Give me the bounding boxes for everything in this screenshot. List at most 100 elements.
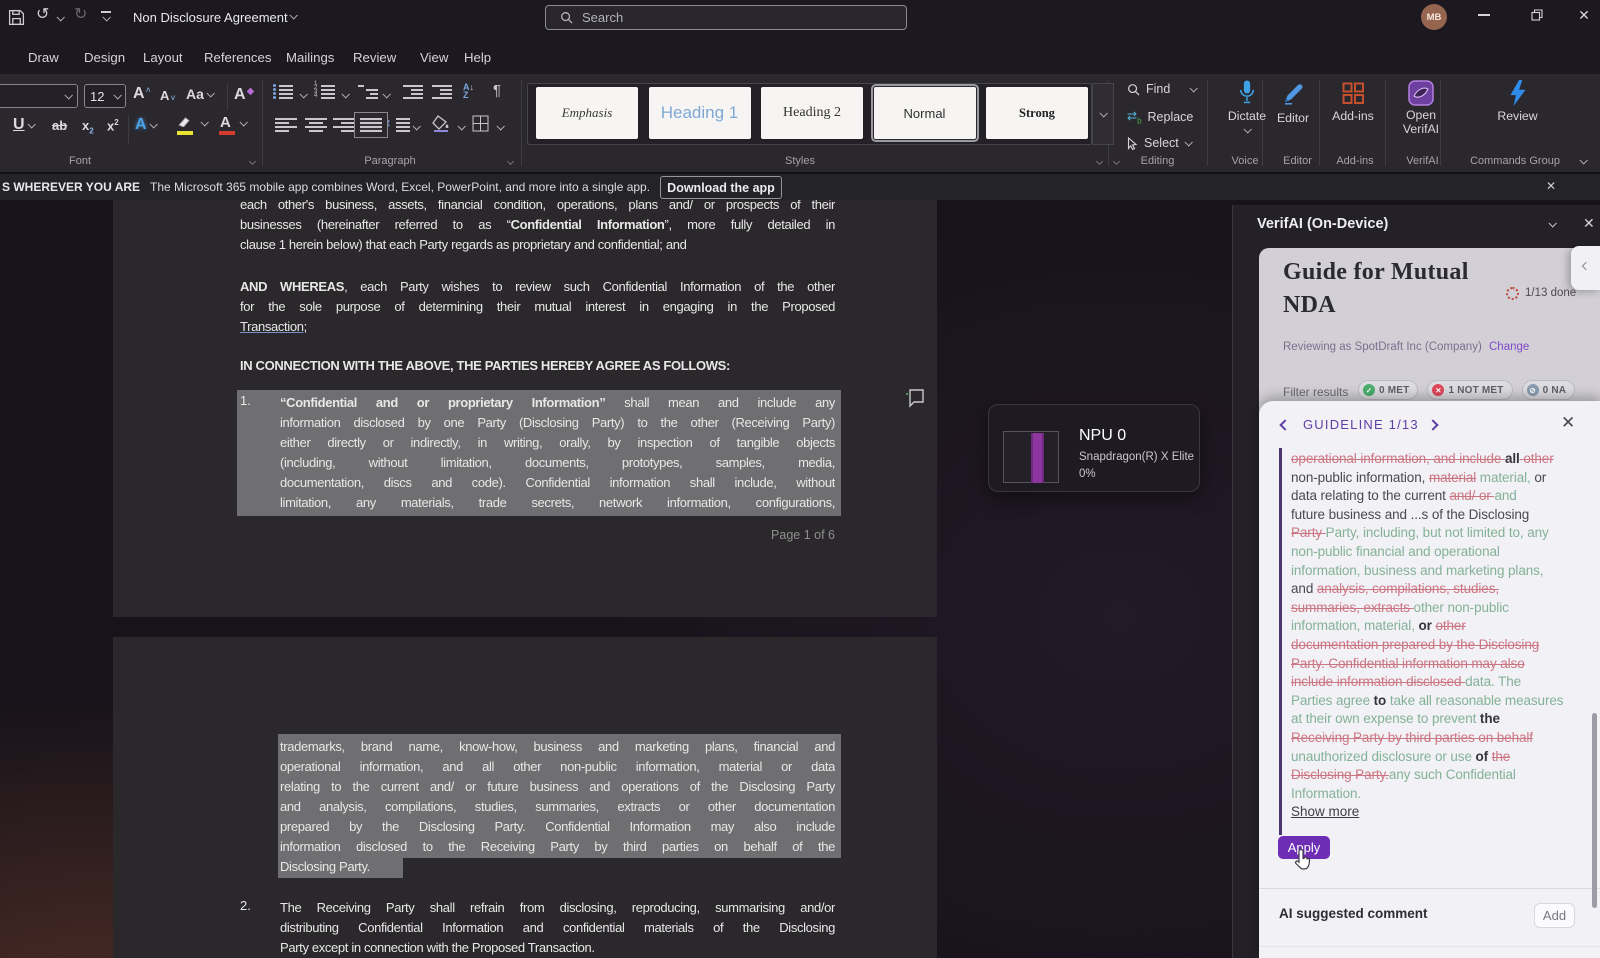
- style-card-strong[interactable]: Strong: [986, 87, 1088, 139]
- clear-formatting-button[interactable]: A◆: [234, 86, 254, 104]
- text-segment: , each Party wishes to review such Confi…: [344, 279, 835, 294]
- sort-button[interactable]: A↓Z: [463, 83, 474, 99]
- next-guideline-icon[interactable]: [1427, 419, 1438, 430]
- underline-button[interactable]: U: [13, 116, 34, 134]
- change-link[interactable]: Change: [1489, 341, 1529, 353]
- document-page-1[interactable]: each other's business, assets, financial…: [113, 200, 937, 617]
- comment-icon[interactable]: [905, 388, 927, 408]
- ribbon-tab-view[interactable]: View: [420, 50, 448, 65]
- align-left-button[interactable]: [275, 118, 297, 132]
- show-more-link[interactable]: Show more: [1291, 804, 1359, 819]
- title-chevron-icon[interactable]: [289, 11, 297, 19]
- bullet-list-button[interactable]: [273, 85, 295, 99]
- multilevel-list-button[interactable]: [358, 85, 380, 99]
- style-card-heading-1[interactable]: Heading 1: [649, 87, 751, 139]
- dictate-button[interactable]: Dictate: [1224, 80, 1270, 133]
- filter-pill-notmet[interactable]: ✕1 NOT MET: [1427, 380, 1512, 400]
- borders-button[interactable]: [472, 115, 489, 137]
- add-ins-button[interactable]: Add-ins: [1328, 82, 1378, 123]
- font-size-select[interactable]: 12: [84, 84, 126, 108]
- filter-pill-na[interactable]: ⊘0 NA: [1522, 380, 1576, 400]
- download-app-button[interactable]: Download the app: [660, 176, 782, 199]
- style-card-heading-2[interactable]: Heading 2: [761, 87, 863, 139]
- pilcrow-button[interactable]: ¶: [493, 82, 501, 99]
- ribbon-tab-layout[interactable]: Layout: [143, 50, 183, 65]
- ribbon-tab-review[interactable]: Review: [353, 50, 396, 65]
- font-name-select[interactable]: [0, 84, 78, 108]
- open-verifai-button[interactable]: Open VerifAI: [1395, 80, 1447, 136]
- paragraph-group-label: Paragraph: [355, 155, 425, 167]
- filter-pill-met[interactable]: ✓0 MET: [1358, 380, 1418, 400]
- add-comment-button[interactable]: Add: [1534, 903, 1575, 928]
- shading-button[interactable]: [432, 114, 452, 137]
- more-styles-button[interactable]: [1092, 83, 1114, 145]
- shrink-font-button[interactable]: A˅: [160, 87, 176, 103]
- close-button[interactable]: ✕: [1564, 0, 1600, 30]
- diff-line: non-public financial and operational: [1291, 543, 1594, 562]
- style-card-emphasis[interactable]: Emphasis: [536, 87, 638, 139]
- prev-guideline-icon[interactable]: [1279, 419, 1290, 430]
- msbar-close-icon[interactable]: ✕: [1546, 179, 1556, 193]
- line-spacing-button[interactable]: [392, 118, 410, 132]
- guideline-close-icon[interactable]: ✕: [1561, 413, 1575, 433]
- diff-line: operational information, and include all…: [1291, 450, 1594, 469]
- text-effects-button[interactable]: A: [135, 116, 156, 134]
- diff-segment: other: [1520, 451, 1554, 466]
- select-button[interactable]: Select: [1127, 136, 1191, 150]
- styles-dialog-launcher-icon[interactable]: [1096, 158, 1103, 165]
- ribbon-tab-draw[interactable]: Draw: [28, 50, 59, 65]
- document-title[interactable]: Non Disclosure Agreement: [133, 10, 288, 25]
- font-dialog-launcher-icon[interactable]: [249, 158, 256, 165]
- text-segment: information disclosed to the Receiving P…: [280, 839, 835, 854]
- diff-line: Receiving Party by third parties on beha…: [1291, 729, 1594, 748]
- avatar[interactable]: MB: [1421, 4, 1447, 30]
- align-center-button[interactable]: [305, 118, 327, 132]
- doc-line: AND WHEREAS, each Party wishes to review…: [240, 277, 835, 297]
- panel-scrollbar[interactable]: [1592, 713, 1597, 908]
- ribbon-tab-references[interactable]: References: [204, 50, 271, 65]
- replace-button[interactable]: ⇄b Replace: [1127, 109, 1193, 125]
- panel-expand-handle[interactable]: [1571, 246, 1600, 290]
- justify-button[interactable]: [360, 118, 382, 132]
- find-button[interactable]: Find: [1127, 82, 1196, 96]
- undo-icon[interactable]: ↺: [36, 7, 49, 23]
- qat-customize-chevron-icon[interactable]: [102, 13, 110, 21]
- ribbon-tab-mailings[interactable]: Mailings: [286, 50, 334, 65]
- paragraph-dialog-launcher-icon[interactable]: [507, 158, 514, 165]
- document-page-2[interactable]: trademarks, brand name, know-how, busine…: [113, 637, 937, 958]
- minimize-button[interactable]: [1464, 0, 1504, 30]
- diff-segment: to: [1374, 693, 1387, 708]
- diff-segment: any such Confidential: [1389, 767, 1516, 782]
- collapse-ribbon-icon[interactable]: [1579, 156, 1587, 164]
- superscript-button[interactable]: x2: [107, 118, 119, 133]
- verifai-icon: [1408, 80, 1434, 106]
- ms365-notification-bar: S WHEREVER YOU ARE The Microsoft 365 mob…: [0, 173, 1600, 200]
- ribbon-tab-help[interactable]: Help: [464, 50, 491, 65]
- align-right-button[interactable]: [333, 118, 355, 132]
- panel-collapse-icon[interactable]: [1548, 219, 1556, 227]
- font-group-label: Font: [60, 155, 100, 167]
- strikethrough-button[interactable]: ab: [52, 118, 67, 133]
- font-color-button[interactable]: A: [220, 116, 246, 130]
- undo-chevron-icon[interactable]: [56, 13, 64, 21]
- editing-dialog-launcher-icon[interactable]: [1113, 158, 1120, 165]
- panel-close-icon[interactable]: ✕: [1583, 215, 1595, 232]
- diff-segment: and/ or: [1449, 488, 1494, 503]
- editor-button[interactable]: Editor: [1270, 82, 1316, 125]
- doc-line: prepared by the Disclosing Party. Confid…: [280, 817, 835, 837]
- subscript-button[interactable]: x2: [82, 118, 94, 136]
- decrease-indent-button[interactable]: [403, 85, 423, 99]
- style-card-normal[interactable]: Normal: [874, 87, 976, 139]
- ribbon-tab-design[interactable]: Design: [84, 50, 125, 65]
- doc-line: Transaction;: [240, 317, 835, 337]
- increase-indent-button[interactable]: [432, 85, 452, 99]
- search-input[interactable]: Search: [545, 5, 907, 30]
- review-button[interactable]: Review: [1490, 80, 1545, 123]
- grow-font-button[interactable]: A˄: [133, 85, 151, 103]
- highlight-color-button[interactable]: [177, 114, 207, 132]
- numbered-list-button[interactable]: 1234: [315, 85, 337, 99]
- change-case-button[interactable]: Aa: [186, 86, 213, 102]
- restore-button[interactable]: [1517, 0, 1557, 30]
- save-icon[interactable]: [8, 9, 25, 26]
- diff-segment: and: [1291, 581, 1317, 596]
